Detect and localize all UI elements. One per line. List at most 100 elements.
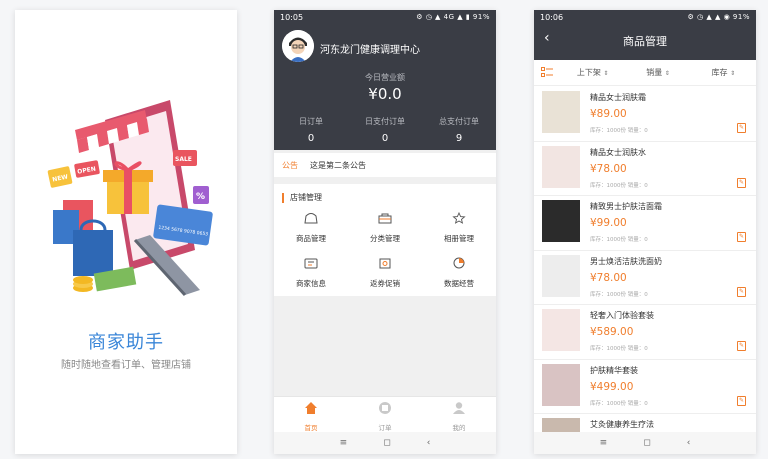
tab-home[interactable]: 首页 [274,397,348,432]
system-nav-bar: ≡ ◻ ‹ [274,432,496,454]
product-stock: 库存：1000份 销量：0 [590,128,648,134]
product-image [542,145,580,188]
section-title: 店铺管理 [282,193,322,203]
stat-value: 0 [307,133,315,144]
product-stock: 库存：1000份 销量：0 [590,237,648,243]
product-price: ¥589.00 [590,326,634,338]
avatar-icon [282,30,314,62]
stat-value: 0 [381,133,389,144]
product-image [542,91,580,133]
menu-goods-management[interactable]: 商品管理 [274,212,348,245]
tab-mine[interactable]: 我的 [422,397,496,432]
edit-icon[interactable]: ✎ [737,395,746,406]
stat-daily-orders[interactable]: 日订单 0 [274,116,348,144]
product-price: ¥99.00 [590,217,627,229]
splash-screen: 1234 5678 9078 0653 NEW OPEN SALE % 商家助手… [15,10,237,454]
announcement-tag: 公告 [282,160,298,170]
today-revenue-label: 今日营业额 [365,73,405,82]
data-icon [453,257,465,269]
product-list: 精品女士润肤霜 ¥89.00 库存：1000份 销量：0 ✎ 精品女士润肤水 ¥… [534,87,756,454]
management-grid: 商品管理 分类管理 相册管理 商家信息 返券促销 数据经营 [274,212,496,290]
product-stock: 库存：1000份 销量：0 [590,291,648,298]
list-view-toggle[interactable] [534,67,560,78]
edit-icon[interactable]: ✎ [737,341,746,351]
app-tagline: 随时随地查看订单、管理店铺 [61,360,191,371]
filter-stock[interactable]: 库存 ⇕ [691,67,756,78]
edit-icon[interactable]: ✎ [737,232,746,242]
product-item[interactable]: 精品女士润肤霜 ¥89.00 库存：1000份 销量：0 ✎ [534,87,756,142]
stat-label: 日订单 [299,117,323,126]
status-time: 10:06 [540,12,564,22]
filter-status[interactable]: 上下架 ⇕ [560,67,625,78]
filter-sales[interactable]: 销量 ⇕ [625,67,690,78]
product-item[interactable]: 男士焕活洁肤洗面奶 ¥78.00 库存：1000份 销量：0 ✎ [534,251,756,305]
menu-label: 数据经营 [444,279,474,288]
goods-icon [304,213,318,224]
store-name: 河东龙门健康调理中心 [320,45,420,56]
stat-value: 9 [455,133,463,144]
status-indicators: ⚙ ◷ ▲ 4G ▲ ▮ 91% [416,13,490,21]
product-name: 男士焕活洁肤洗面奶 [590,256,662,266]
product-item[interactable]: 轻奢入门体验套装 ¥589.00 库存：1000份 销量：0 ✎ [534,305,756,360]
product-name: 精致男士护肤洁面霜 [590,202,662,211]
product-image [542,254,580,297]
product-item[interactable]: 护肤精华套装 ¥499.00 库存：1000份 销量：0 ✎ [534,360,756,414]
back-nav-button[interactable]: ‹ [427,438,431,448]
stat-total-paid-orders[interactable]: 总支付订单 9 [422,116,496,144]
tab-label: 订单 [378,424,392,432]
sort-icon: ⇕ [603,70,609,77]
home-icon [305,402,317,414]
avatar[interactable] [282,30,314,62]
product-price: ¥89.00 [590,108,627,120]
menu-nav-button[interactable]: ≡ [340,438,348,448]
home-nav-button[interactable]: ◻ [643,438,650,448]
stat-daily-paid-orders[interactable]: 日支付订单 0 [348,116,422,144]
product-stock: 库存：1000份 销量：0 [590,400,648,407]
bottom-tab-bar: 首页 订单 我的 [274,396,496,432]
edit-icon[interactable]: ✎ [737,123,746,133]
stat-label: 日支付订单 [365,117,405,126]
list-icon [541,67,553,77]
product-name: 精品女士润肤霜 [590,93,646,102]
tab-orders[interactable]: 订单 [348,397,422,432]
home-nav-button[interactable]: ◻ [383,438,390,448]
app-name: 商家助手 [88,332,164,353]
menu-coupon-promotion[interactable]: 返券促销 [348,257,422,290]
order-icon [379,402,391,414]
percent-tag: % [196,192,205,202]
product-item[interactable]: 精品女士润肤水 ¥78.00 库存：1000份 销量：0 ✎ [534,142,756,196]
announcement-text: 这是第二条公告 [310,160,366,170]
menu-nav-button[interactable]: ≡ [600,438,608,448]
store-management-panel: 店铺管理 商品管理 分类管理 相册管理 商家信息 返券促销 数据经营 [274,184,496,296]
edit-icon[interactable]: ✎ [737,177,746,188]
back-nav-button[interactable]: ‹ [687,438,691,448]
edit-icon[interactable]: ✎ [737,286,746,297]
product-price: ¥78.00 [590,271,627,284]
user-icon [453,402,465,414]
tab-label: 我的 [452,424,466,432]
product-item[interactable]: 精致男士护肤洁面霜 ¥99.00 库存：1000份 销量：0 ✎ [534,196,756,251]
system-nav-bar: ≡ ◻ ‹ [534,432,756,454]
menu-merchant-info[interactable]: 商家信息 [274,257,348,290]
product-name: 艾灸健康养生疗法 [590,420,654,429]
product-name: 精品女士润肤水 [590,147,646,157]
sale-tag: SALE [175,156,192,163]
store-header: 10:05 ⚙ ◷ ▲ 4G ▲ ▮ 91% 河东龙门健康调理中心 今日营业额 … [274,10,496,150]
announcement-bar[interactable]: 公告 这是第二条公告 [274,153,496,177]
product-name: 轻奢入门体验套装 [590,311,654,320]
menu-label: 商家信息 [296,279,326,288]
menu-label: 返券促销 [370,279,400,288]
menu-data-operations[interactable]: 数据经营 [422,257,496,290]
today-revenue-value: ¥0.0 [368,85,402,103]
menu-category-management[interactable]: 分类管理 [348,212,422,245]
status-time: 10:05 [280,12,304,22]
order-stats: 日订单 0 日支付订单 0 总支付订单 9 [274,116,496,144]
product-price: ¥78.00 [590,162,627,175]
goods-management-screen: 10:06 ⚙ ◷ ▲ ▲ ◉ 91% ‹ 商品管理 上下架 ⇕ 销量 ⇕ 库存… [534,10,756,454]
menu-album-management[interactable]: 相册管理 [422,212,496,245]
product-image [542,200,580,242]
status-bar: 10:06 ⚙ ◷ ▲ ▲ ◉ 91% [534,10,756,24]
home-screen: 10:05 ⚙ ◷ ▲ 4G ▲ ▮ 91% 河东龙门健康调理中心 今日营业额 … [274,10,496,454]
tab-label: 首页 [304,424,318,432]
page-header: 10:06 ⚙ ◷ ▲ ▲ ◉ 91% ‹ 商品管理 [534,10,756,60]
